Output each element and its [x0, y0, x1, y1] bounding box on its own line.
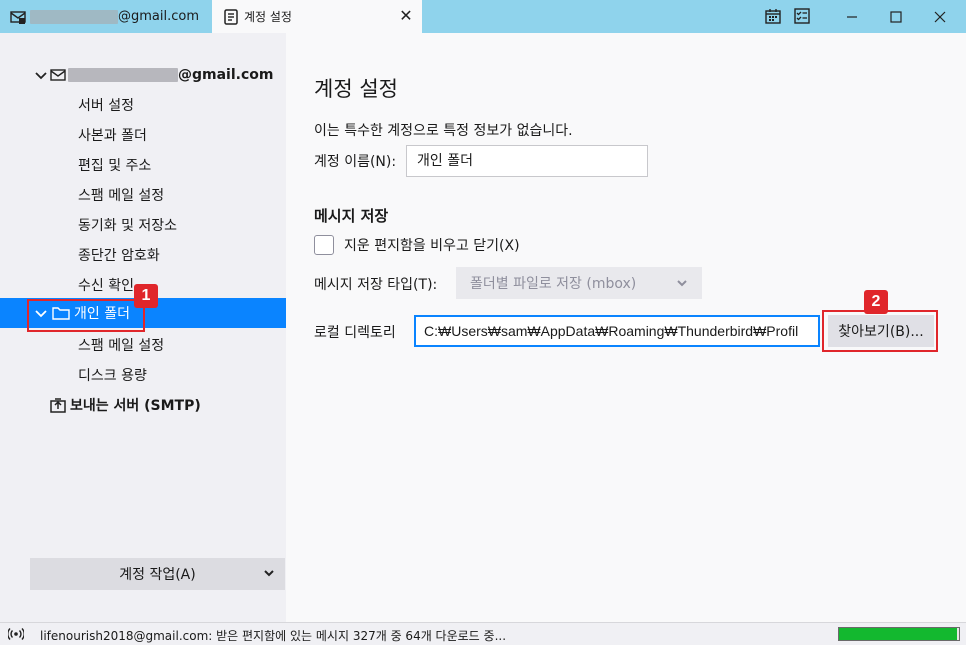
tree-item-sync-storage[interactable]: 동기화 및 저장소	[78, 210, 177, 240]
chevron-down-icon	[264, 570, 274, 577]
annotation-badge-1: 1	[134, 284, 158, 308]
message-storage-heading: 메시지 저장	[314, 207, 389, 225]
redacted-email	[68, 68, 178, 82]
tab-mail[interactable]: @gmail.com	[0, 0, 212, 33]
store-type-value: 폴더별 파일로 저장 (mbox)	[470, 276, 637, 292]
tree-account-gmail[interactable]: @gmail.com	[34, 60, 273, 90]
status-bar: lifenourish2018@gmail.com: 받은 편지함에 있는 메시…	[0, 622, 966, 645]
tree-item-composition[interactable]: 편집 및 주소	[78, 150, 151, 180]
maximize-icon	[890, 10, 902, 23]
close-icon	[934, 11, 946, 22]
store-type-label: 메시지 저장 타입(T):	[314, 277, 438, 293]
envelope-icon	[50, 69, 66, 81]
close-tab-icon[interactable]: ✕	[398, 8, 414, 24]
account-name-input[interactable]: 개인 폴더	[406, 145, 648, 177]
tab-mail-label: @gmail.com	[118, 9, 200, 24]
redacted-email	[30, 9, 118, 24]
tree-item-local-junk-settings[interactable]: 스팸 메일 설정	[78, 330, 164, 360]
tree-item-junk-settings[interactable]: 스팸 메일 설정	[78, 180, 164, 210]
page-title: 계정 설정	[314, 77, 398, 101]
store-type-select[interactable]: 폴더별 파일로 저장 (mbox)	[456, 267, 702, 299]
chevron-down-icon	[677, 280, 687, 287]
annotation-badge-2: 2	[864, 290, 888, 314]
online-status-icon[interactable]	[8, 627, 24, 641]
tree-item-copies-folders[interactable]: 사본과 폴더	[78, 120, 147, 150]
tab-settings-label: 계정 설정	[244, 10, 292, 24]
close-window-button[interactable]	[918, 0, 962, 33]
outgoing-server-label: 보내는 서버 (SMTP)	[70, 398, 201, 414]
download-progress-fill	[839, 628, 957, 640]
download-progress-bar	[838, 627, 960, 641]
account-actions-button[interactable]: 계정 작업(A)	[30, 558, 285, 590]
maximize-button[interactable]	[874, 0, 918, 33]
tree-item-outgoing-server[interactable]: 보내는 서버 (SMTP)	[50, 390, 201, 420]
status-text: lifenourish2018@gmail.com: 받은 편지함에 있는 메시…	[40, 629, 507, 643]
browse-button[interactable]: 찾아보기(B)...	[828, 315, 934, 347]
account-settings-panel: 계정 설정 이는 특수한 계정으로 특정 정보가 없습니다. 계정 이름(N):…	[286, 33, 966, 622]
calendar-icon[interactable]	[765, 8, 781, 24]
account-name-label: 계정 이름(N):	[314, 154, 397, 170]
account-actions-label: 계정 작업(A)	[119, 567, 196, 583]
local-directory-label: 로컬 디렉토리	[314, 325, 396, 341]
tree-item-e2e-encryption[interactable]: 종단간 암호화	[78, 240, 160, 270]
empty-trash-option[interactable]: 지운 편지함을 비우고 닫기(X)	[314, 235, 520, 255]
tree-item-server-settings[interactable]: 서버 설정	[78, 90, 134, 120]
account-email-suffix: @gmail.com	[178, 67, 274, 83]
empty-trash-checkbox[interactable]	[314, 235, 334, 255]
mail-icon	[10, 10, 26, 24]
settings-page-icon	[224, 8, 238, 25]
tab-account-settings[interactable]: 계정 설정 ✕	[212, 0, 422, 33]
title-bar: @gmail.com 계정 설정 ✕	[0, 0, 966, 33]
tree-item-return-receipts[interactable]: 수신 확인	[78, 270, 134, 300]
account-description: 이는 특수한 계정으로 특정 정보가 없습니다.	[314, 123, 573, 139]
outgoing-server-icon	[50, 398, 66, 413]
local-directory-input[interactable]: C:₩Users₩sam₩AppData₩Roaming₩Thunderbird…	[414, 315, 820, 347]
annotation-box-local-folders	[27, 299, 145, 332]
minimize-icon	[847, 15, 857, 18]
empty-trash-label: 지운 편지함을 비우고 닫기(X)	[344, 238, 520, 254]
chevron-down-icon[interactable]	[34, 68, 48, 82]
tree-item-disk-space[interactable]: 디스크 용량	[78, 360, 147, 390]
minimize-button[interactable]	[830, 0, 874, 33]
tasks-icon[interactable]	[794, 8, 810, 24]
